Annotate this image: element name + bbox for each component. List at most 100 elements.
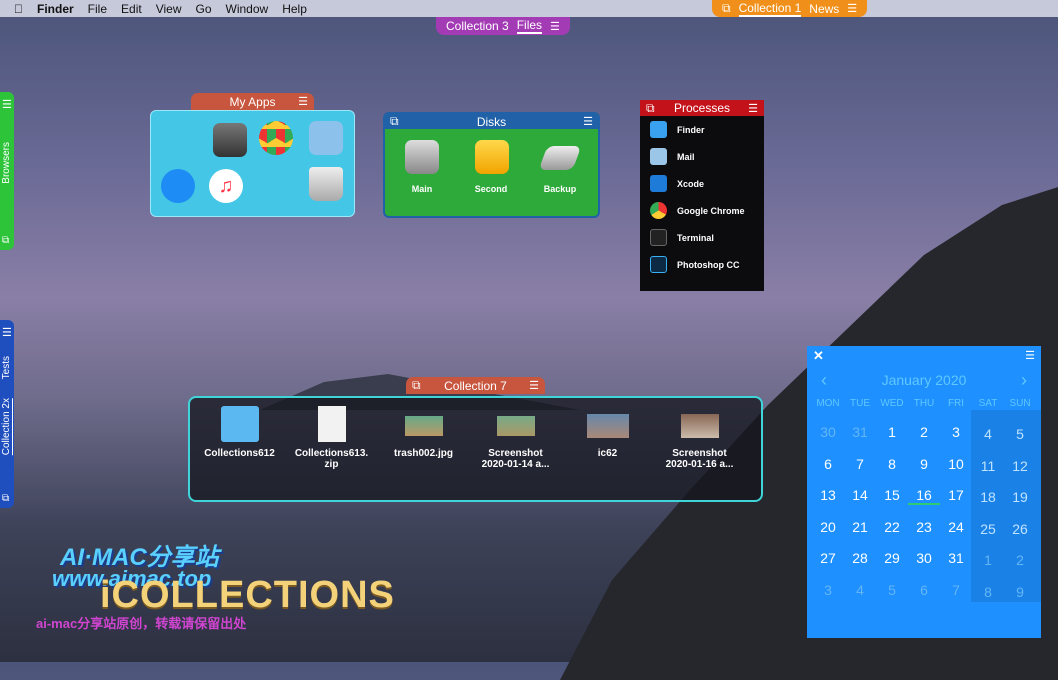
menu-icon[interactable]: ☰ [2,98,12,111]
tab-files[interactable]: Files [516,18,543,34]
menu-file[interactable]: File [88,2,107,16]
calendar-day[interactable]: 26 [1004,521,1036,537]
menu-view[interactable]: View [156,2,182,16]
processes-header[interactable]: ⧉ Processes ☰ [640,100,764,116]
collection-label[interactable]: Collection 2x [1,398,13,456]
calendar-day[interactable]: 22 [876,519,908,535]
process-item[interactable]: Google Chrome [640,197,764,224]
menu-icon[interactable]: ☰ [2,326,12,339]
file-item[interactable]: trash002.jpg [376,406,471,459]
calendar-day[interactable]: 1 [972,552,1004,568]
music-icon[interactable]: ♫ [209,169,243,203]
process-item[interactable]: Finder [640,116,764,143]
file-item[interactable]: ic62 [560,406,655,459]
calendar-day[interactable]: 5 [1004,426,1036,442]
preview-icon[interactable] [309,121,343,155]
tab-browsers[interactable]: Browsers [1,142,12,184]
calendar-day[interactable]: 24 [940,519,972,535]
collection-7-header[interactable]: ⧉ Collection 7 ☰ [406,377,545,394]
menu-app-name[interactable]: Finder [37,2,74,16]
calendar-day[interactable]: 13 [812,487,844,503]
external-link-icon[interactable]: ⧉ [2,235,9,246]
browsers-side-tab[interactable]: ☰ Browsers ⧉ [0,92,14,250]
calendar-day[interactable]: 8 [972,584,1004,600]
calendar-day[interactable]: 9 [908,456,940,472]
calendar-day[interactable]: 8 [876,456,908,472]
process-item[interactable]: Mail [640,143,764,170]
menu-icon[interactable]: ☰ [1025,349,1035,362]
file-item[interactable]: Screenshot 2020-01-14 a... [468,406,563,470]
calendar-day[interactable]: 14 [844,487,876,503]
calendar-day[interactable]: 17 [940,487,972,503]
collection-label[interactable]: Collection 3 [446,19,509,33]
apple-icon[interactable]:  [14,2,23,16]
calendar-day[interactable]: 25 [972,521,1004,537]
disk-icon[interactable] [538,146,582,170]
menu-icon[interactable]: ☰ [550,20,560,33]
calendar-day[interactable]: 2 [908,424,940,440]
calendar-day[interactable]: 31 [940,550,972,566]
close-icon[interactable]: ✕ [813,348,824,364]
trash-icon[interactable] [309,167,343,201]
calendar-day[interactable]: 15 [876,487,908,503]
external-link-icon[interactable]: ⧉ [390,114,399,129]
calendar-day[interactable]: 5 [876,582,908,598]
process-item[interactable]: Terminal [640,224,764,251]
disks-header[interactable]: ⧉ Disks ☰ [385,114,598,129]
file-item[interactable]: Collections612 [192,406,287,459]
external-link-icon[interactable]: ⧉ [412,378,421,393]
external-link-icon[interactable]: ⧉ [2,493,9,504]
calendar-day-today[interactable]: 16 [908,487,940,505]
calendar-day[interactable]: 6 [908,582,940,598]
menu-icon[interactable]: ☰ [583,115,593,128]
menu-go[interactable]: Go [196,2,212,16]
collection-label[interactable]: Collection 1 [738,1,802,17]
calendar-day[interactable]: 7 [844,456,876,472]
menu-icon[interactable]: ☰ [748,102,758,115]
calendar-day[interactable]: 21 [844,519,876,535]
tab-news[interactable]: News [809,2,839,16]
calendar-day[interactable]: 7 [940,582,972,598]
calendar-day[interactable]: 30 [812,424,844,440]
calendar-day[interactable]: 29 [876,550,908,566]
external-link-icon[interactable]: ⧉ [722,1,731,16]
messages-icon[interactable] [161,169,195,203]
calendar-day[interactable]: 20 [812,519,844,535]
calendar-day[interactable]: 4 [844,582,876,598]
calendar-day[interactable]: 11 [972,458,1004,474]
my-apps-header[interactable]: My Apps ☰ [191,93,314,110]
collection-3-tab[interactable]: Collection 3 Files ☰ [436,17,570,35]
chrome-icon[interactable] [259,121,293,155]
calendar-day[interactable]: 30 [908,550,940,566]
collection-1-tab[interactable]: ⧉ Collection 1 News ☰ [712,0,868,17]
tab-tests[interactable]: Tests [1,356,12,379]
process-item[interactable]: Xcode [640,170,764,197]
disk-icon[interactable] [475,140,509,174]
file-item[interactable]: Collections613. zip [284,406,379,470]
menu-icon[interactable]: ☰ [529,379,539,392]
calendar-day[interactable]: 31 [844,424,876,440]
menu-icon[interactable]: ☰ [847,2,857,15]
calendar-day[interactable]: 3 [940,424,972,440]
calendar-day[interactable]: 4 [972,426,1004,442]
disk-icon[interactable] [405,140,439,174]
calendar-day[interactable]: 9 [1004,584,1036,600]
menu-icon[interactable]: ☰ [298,95,308,108]
calculator-icon[interactable] [213,123,247,157]
collection-2x-side-tab[interactable]: ☰ Tests Collection 2x ⧉ [0,320,14,508]
calendar-day[interactable]: 2 [1004,552,1036,568]
calendar-day[interactable]: 3 [812,582,844,598]
menu-edit[interactable]: Edit [121,2,142,16]
process-item[interactable]: Photoshop CC [640,251,764,278]
file-item[interactable]: Screenshot 2020-01-16 a... [652,406,747,470]
calendar-day[interactable]: 28 [844,550,876,566]
calendar-day[interactable]: 18 [972,489,1004,505]
menu-window[interactable]: Window [226,2,269,16]
calendar-day[interactable]: 10 [940,456,972,472]
calendar-day[interactable]: 12 [1004,458,1036,474]
calendar-day[interactable]: 27 [812,550,844,566]
calendar-day[interactable]: 6 [812,456,844,472]
calendar-day[interactable]: 19 [1004,489,1036,505]
external-link-icon[interactable]: ⧉ [646,101,655,116]
calendar-day[interactable]: 23 [908,519,940,535]
